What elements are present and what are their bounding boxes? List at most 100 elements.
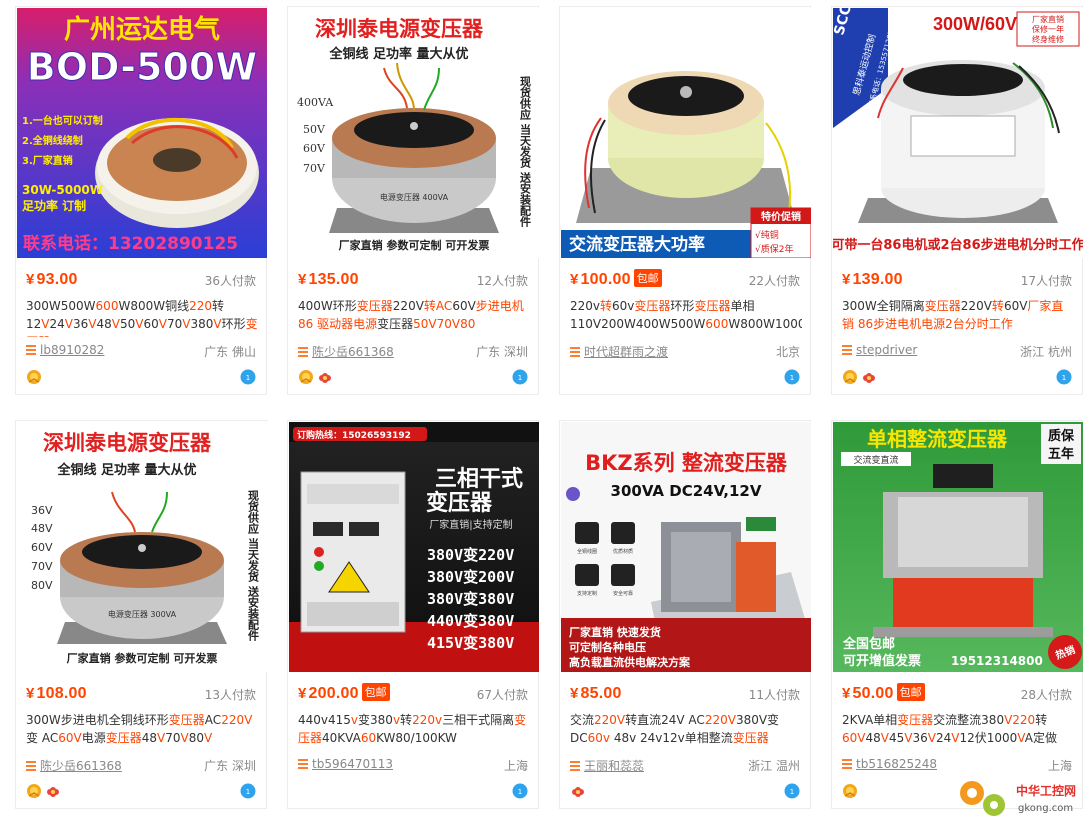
shop-icon — [26, 761, 36, 771]
title-text: 转 — [400, 713, 413, 727]
product-image[interactable]: 广州运达电气 BOD-500W 1.一台也可以订制 2.全铜线绕制 3.厂家直销… — [17, 8, 267, 258]
paid-count: 11人付款 — [748, 688, 800, 702]
shop-name-link[interactable]: lb8910282 — [40, 343, 104, 357]
wangwang-chat-icon[interactable]: 1 — [784, 369, 800, 385]
image-text-icon-label: 全铜线圈 — [577, 548, 597, 555]
shop-name-link[interactable]: stepdriver — [856, 343, 917, 357]
svg-text:终身维修: 终身维修 — [1032, 34, 1064, 44]
product-image[interactable]: 交流变压器大功率 特价促销 √纯铜 √质保2年 — [561, 8, 811, 258]
product-title-link[interactable]: 300W步进电机全铜线环形变压器AC220V变 AC60V电源变压器48V70V… — [26, 711, 258, 751]
image-text-voltage-line: 380V变380V — [427, 590, 514, 608]
wangwang-chat-icon[interactable]: 1 — [512, 783, 528, 799]
product-title-link[interactable]: 220v转60v变压器环形变压器单相 110V200W400W500W600W8… — [570, 297, 802, 337]
product-card[interactable]: 订购热线：15026593192 三相干式 变压器 厂家直销|支持定制 380V… — [287, 420, 539, 809]
title-keyword-highlight: 变压器 — [356, 299, 393, 313]
gold-medal-icon[interactable] — [842, 783, 858, 799]
product-card[interactable]: 广州运达电气 BOD-500W 1.一台也可以订制 2.全铜线绕制 3.厂家直销… — [15, 6, 267, 395]
product-title-link[interactable]: 交流220V转直流24V AC220V380V变DC60v 48v 24v12v… — [570, 711, 802, 751]
title-keyword-highlight: V — [111, 317, 120, 331]
product-card[interactable]: BKZ系列 整流变压器 300VA DC24V,12V 全铜线圈 优质材质 支持… — [559, 420, 811, 809]
product-image[interactable]: SCC 思科泰运动控制 联系电话：15355712626 300W/60V 厂家… — [833, 8, 1083, 258]
title-text: 48 — [96, 317, 112, 331]
product-card[interactable]: 单相整流变压器 质保 五年 交流变直流 全国包邮 可开增值发票 19512314… — [831, 420, 1083, 809]
title-keyword-highlight: 220v — [412, 713, 443, 727]
price-row: ¥50.00 包邮 28人付款 — [842, 683, 1072, 705]
wangwang-chat-icon[interactable]: 1 — [784, 783, 800, 799]
title-keyword-highlight: 60v — [587, 731, 610, 745]
shop-name-link[interactable]: 陈少岳661368 — [312, 345, 394, 359]
gear-icon — [960, 781, 1005, 816]
title-text: W800W1000W — [728, 317, 802, 331]
wangwang-chat-icon[interactable]: 1 — [512, 369, 528, 385]
title-keyword-highlight: 60V — [842, 731, 866, 745]
title-text: 380 — [190, 317, 214, 331]
wangwang-chat-icon[interactable]: 1 — [240, 783, 256, 799]
product-card[interactable]: SCC 思科泰运动控制 联系电话：15355712626 300W/60V 厂家… — [831, 6, 1083, 395]
product-title-link[interactable]: 2KVA单相变压器交流整流380V220转 60V48V45V36V24V12伏… — [842, 711, 1074, 751]
image-text-banner: 全国包邮 — [842, 636, 895, 652]
title-keyword-highlight: V — [41, 317, 50, 331]
product-title-link[interactable]: 440v415v变380v转220v三相干式隔离变压器40KVA60KW80/1… — [298, 711, 530, 751]
shop-row: 陈少岳661368 广东 深圳 — [298, 343, 528, 361]
title-text: 变压器 — [377, 317, 414, 331]
title-keyword-highlight: V — [157, 731, 166, 745]
red-flower-icon[interactable] — [570, 783, 586, 799]
product-image[interactable]: 单相整流变压器 质保 五年 交流变直流 全国包邮 可开增值发票 19512314… — [833, 422, 1083, 672]
product-image[interactable]: 订购热线：15026593192 三相干式 变压器 厂家直销|支持定制 380V… — [289, 422, 539, 672]
title-text: 24 — [935, 731, 952, 745]
shop-name-link[interactable]: 时代超群雨之渡 — [584, 345, 668, 359]
gold-medal-icon[interactable] — [842, 369, 858, 385]
title-keyword-highlight: 转 — [600, 299, 613, 313]
image-text-sub: 全铜线 足功率 量大从优 — [56, 462, 196, 478]
watermark-name: 中华工控网 — [1016, 783, 1076, 798]
title-keyword-highlight: v — [350, 713, 359, 727]
image-text-hotline: 订购热线：15026593192 — [297, 429, 411, 441]
image-text-banner: 可定制各种电压 — [569, 640, 646, 654]
shop-name-link[interactable]: tb516825248 — [856, 757, 937, 771]
title-keyword-highlight: 60 — [360, 731, 377, 745]
price-row: ¥200.00 包邮 67人付款 — [298, 683, 528, 705]
gold-medal-icon[interactable] — [26, 783, 42, 799]
red-flower-icon[interactable] — [861, 369, 877, 385]
product-image[interactable]: 深圳泰电源变压器 全铜线 足功率 量大从优 400VA 50V 60V 70V … — [289, 8, 539, 258]
shop-name-link[interactable]: 王丽和蕊蕊 — [584, 759, 644, 773]
image-text-side: 现货供应 当天发货 送安装配件 — [519, 76, 533, 228]
title-keyword-highlight: V — [182, 317, 191, 331]
product-title-link[interactable]: 300W500W600W800W铜线220转 12V24V36V48V50V60… — [26, 297, 258, 337]
image-text-range: 30W-5000W — [22, 183, 103, 197]
image-text-banner: 可开增值发票 — [843, 653, 921, 669]
image-text-label: 电源变压器 300VA — [108, 609, 177, 619]
title-text: 48 — [141, 731, 157, 745]
product-image[interactable]: BKZ系列 整流变压器 300VA DC24V,12V 全铜线圈 优质材质 支持… — [561, 422, 811, 672]
product-title-link[interactable]: 400W环形变压器220V转AC60V步进电机86 驱动器电源变压器50V70V… — [298, 297, 530, 337]
product-image[interactable]: 深圳泰电源变压器 全铜线 足功率 量大从优 36V 48V 60V 70V 80… — [17, 422, 267, 672]
image-text-feature: 1.一台也可以订制 — [22, 114, 103, 127]
product-grid: 广州运达电气 BOD-500W 1.一台也可以订制 2.全铜线绕制 3.厂家直销… — [0, 0, 1088, 831]
paid-count: 22人付款 — [748, 274, 800, 288]
title-text: 36 — [912, 731, 928, 745]
red-flower-icon[interactable] — [317, 369, 333, 385]
product-title-link[interactable]: 300W全铜隔离变压器220V转60V厂家直销 86步进电机电源2台分时工作 — [842, 297, 1074, 337]
price: ¥50.00 — [842, 685, 894, 702]
product-card[interactable]: 交流变压器大功率 特价促销 √纯铜 √质保2年 ¥100.00 包邮 22人付款 … — [559, 6, 811, 395]
image-text-model: BOD-500W — [27, 45, 258, 89]
paid-count: 67人付款 — [476, 688, 528, 702]
title-keyword-highlight: 变压器 — [924, 299, 961, 313]
image-text-promo-item: √质保2年 — [755, 243, 793, 255]
shop-name-link[interactable]: tb596470113 — [312, 757, 393, 771]
gold-medal-icon[interactable] — [26, 369, 42, 385]
wangwang-chat-icon[interactable]: 1 — [1056, 369, 1072, 385]
price: ¥108.00 — [26, 685, 87, 702]
title-keyword-highlight: 600 — [95, 299, 119, 313]
image-text-tag: 交流变直流 — [853, 454, 898, 466]
red-flower-icon[interactable] — [45, 783, 61, 799]
title-text: 440v415 — [298, 713, 351, 727]
paid-count: 12人付款 — [476, 274, 528, 288]
product-card[interactable]: 深圳泰电源变压器 全铜线 足功率 量大从优 36V 48V 60V 70V 80… — [15, 420, 267, 809]
svg-text:1: 1 — [790, 374, 794, 382]
gold-medal-icon[interactable] — [298, 369, 314, 385]
shop-name-link[interactable]: 陈少岳661368 — [40, 759, 122, 773]
title-text: 45 — [888, 731, 905, 745]
product-card[interactable]: 深圳泰电源变压器 全铜线 足功率 量大从优 400VA 50V 60V 70V … — [287, 6, 539, 395]
wangwang-chat-icon[interactable]: 1 — [240, 369, 256, 385]
